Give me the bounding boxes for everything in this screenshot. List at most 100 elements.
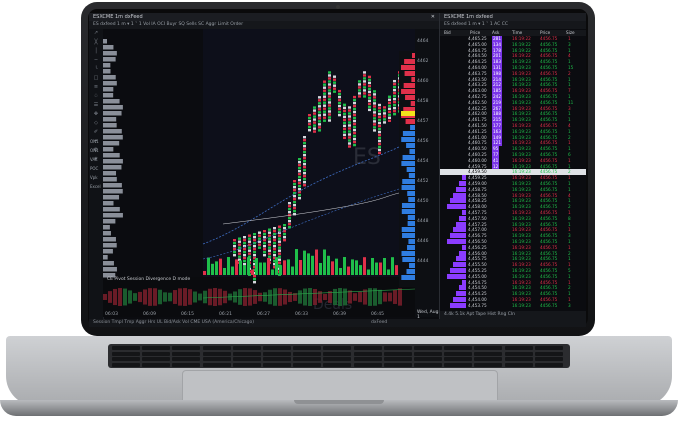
key xyxy=(474,362,503,367)
chart-toolbar[interactable]: ES dxfeed 1 m ▾ 1 ˅ 1 Vol IA OCI Buyr SQ… xyxy=(89,21,439,29)
footprint-cell xyxy=(253,245,256,248)
delta-bar xyxy=(273,288,277,306)
key xyxy=(293,357,322,361)
footprint-cell xyxy=(378,145,381,149)
footprint-cell xyxy=(373,126,376,129)
footprint-cell xyxy=(243,239,246,242)
delta-bar xyxy=(128,290,132,304)
delta-bar xyxy=(333,288,337,306)
volume-bar xyxy=(235,259,238,275)
volume-profile-bar xyxy=(103,111,122,116)
price-scale[interactable]: 4464 4462 4460 4458 4457 4456 4454 4452 4450 4448… xyxy=(415,29,439,320)
volume-profile-bar xyxy=(103,249,113,254)
volume-bar xyxy=(387,269,390,275)
footprint-cell xyxy=(303,163,306,166)
footprint-cell xyxy=(278,240,281,243)
volume-profile-bar xyxy=(103,255,108,260)
drawing-tool-9-icon[interactable]: ✥ xyxy=(89,110,103,119)
volume-profile-bar xyxy=(103,159,123,164)
footprint-cell xyxy=(233,248,236,251)
footprint-cell xyxy=(323,104,326,107)
footprint-cell xyxy=(313,106,316,109)
delta-bar xyxy=(168,292,172,302)
drawing-tool-0-icon[interactable]: ↗ xyxy=(89,29,103,38)
drawing-tool-5-icon[interactable]: □ xyxy=(89,74,103,83)
footprint-cell xyxy=(338,95,341,99)
footprint-cell xyxy=(338,101,341,105)
footprint-cell xyxy=(378,118,381,122)
key xyxy=(414,362,442,367)
drawing-tool-4-icon[interactable]: ╰ xyxy=(89,65,103,74)
volume-bar xyxy=(355,260,358,275)
chart-toolbar-text: ES dxfeed 1 m ▾ 1 ˅ 1 Vol IA OCI Buyr SQ… xyxy=(93,22,244,27)
delta-bar xyxy=(388,292,392,302)
footprint-cell xyxy=(268,246,271,249)
close-icon[interactable]: ✕ xyxy=(431,13,435,21)
footprint-cell xyxy=(343,121,346,125)
footprint-cell xyxy=(373,96,376,99)
volume-bar xyxy=(335,258,338,275)
footprint-cell xyxy=(343,109,346,113)
footprint-cell xyxy=(303,157,306,160)
drawing-tool-2-icon[interactable]: │ xyxy=(89,47,103,56)
footprint-cell xyxy=(303,151,306,154)
footprint-cell xyxy=(338,104,341,108)
footprint-cell xyxy=(313,118,316,121)
drawing-tool-7-icon[interactable]: ♤ xyxy=(89,92,103,101)
key xyxy=(444,357,473,361)
dom-toolbar[interactable]: ES dxfeed 1 m ▾ 1 ˅ 1 AC CC xyxy=(440,21,586,29)
chart-window-title[interactable]: ESXCME 1m dxFeed ✕ xyxy=(89,13,439,21)
dom-bottom-bar[interactable]: 4.4k 5.1k Apt Tape Hist Rng Cln xyxy=(440,311,586,319)
footprint-cell xyxy=(268,240,271,243)
footprint-cell xyxy=(258,234,261,237)
dom-depth-bar xyxy=(402,257,415,262)
volume-profile-bar xyxy=(103,141,120,146)
drawing-tool-8-icon[interactable]: ☰ xyxy=(89,101,103,110)
key xyxy=(232,357,261,361)
drawing-tool-6-icon[interactable]: ≡ xyxy=(89,83,103,92)
footprint-cell xyxy=(343,136,346,140)
footprint-cell xyxy=(298,194,301,197)
footprint-cell xyxy=(268,237,271,240)
volume-bar xyxy=(291,266,294,275)
footprint-cell xyxy=(338,107,341,111)
footprint-cell xyxy=(353,110,356,114)
footprint-cell xyxy=(248,252,251,255)
footprint-cell xyxy=(293,186,296,189)
footprint-cell xyxy=(328,101,331,104)
volume-bar xyxy=(287,259,290,275)
footprint-cell xyxy=(373,99,376,102)
drawing-tool-3-icon[interactable]: ─ xyxy=(89,56,103,65)
dom-time-sales-window: ESXCME 1m dxfeed ES dxfeed 1 m ▾ 1 ˅ 1 A… xyxy=(439,13,586,327)
key xyxy=(504,346,533,350)
footprint-cell xyxy=(383,118,386,121)
footprint-cell xyxy=(238,249,241,252)
volume-bar xyxy=(263,262,266,275)
dom-row[interactable]: 4,453.75 16:19:23 4456.75 3 xyxy=(440,302,586,309)
footprint-cell xyxy=(393,109,396,113)
footprint-cell xyxy=(268,255,271,258)
dom-bid-bar xyxy=(447,239,466,244)
footprint-cell xyxy=(288,220,291,223)
price-chart[interactable]: ES Deals 06:03 06:09 06:15 06:21 06:27 06:33 0… xyxy=(103,29,416,323)
price-chart-svg[interactable]: ES Deals 06:03 06:09 06:15 06:21 06:27 06:33 0… xyxy=(103,29,416,323)
volume-bar xyxy=(383,258,386,275)
drawing-tool-10-icon[interactable]: ◇ xyxy=(89,119,103,128)
dom-depth-bar xyxy=(403,83,415,88)
footprint-cell xyxy=(328,107,331,110)
volume-bar xyxy=(323,249,326,275)
volume-profile-bar xyxy=(103,129,122,134)
drawing-tool-1-icon[interactable]: ╳ xyxy=(89,38,103,47)
key xyxy=(142,351,171,356)
dom-window-title[interactable]: ESXCME 1m dxfeed xyxy=(440,13,586,21)
footprint-cell xyxy=(378,148,381,152)
volume-bar xyxy=(211,263,214,275)
key xyxy=(232,362,261,367)
footprint-cell xyxy=(238,252,241,255)
footprint-cell xyxy=(303,160,306,163)
drawing-tool-11-icon[interactable]: ✐ xyxy=(89,128,103,137)
footprint-cell xyxy=(348,127,351,130)
key xyxy=(414,351,442,356)
price-scale-label: 4452 xyxy=(417,179,429,184)
footprint-cell xyxy=(238,237,241,240)
